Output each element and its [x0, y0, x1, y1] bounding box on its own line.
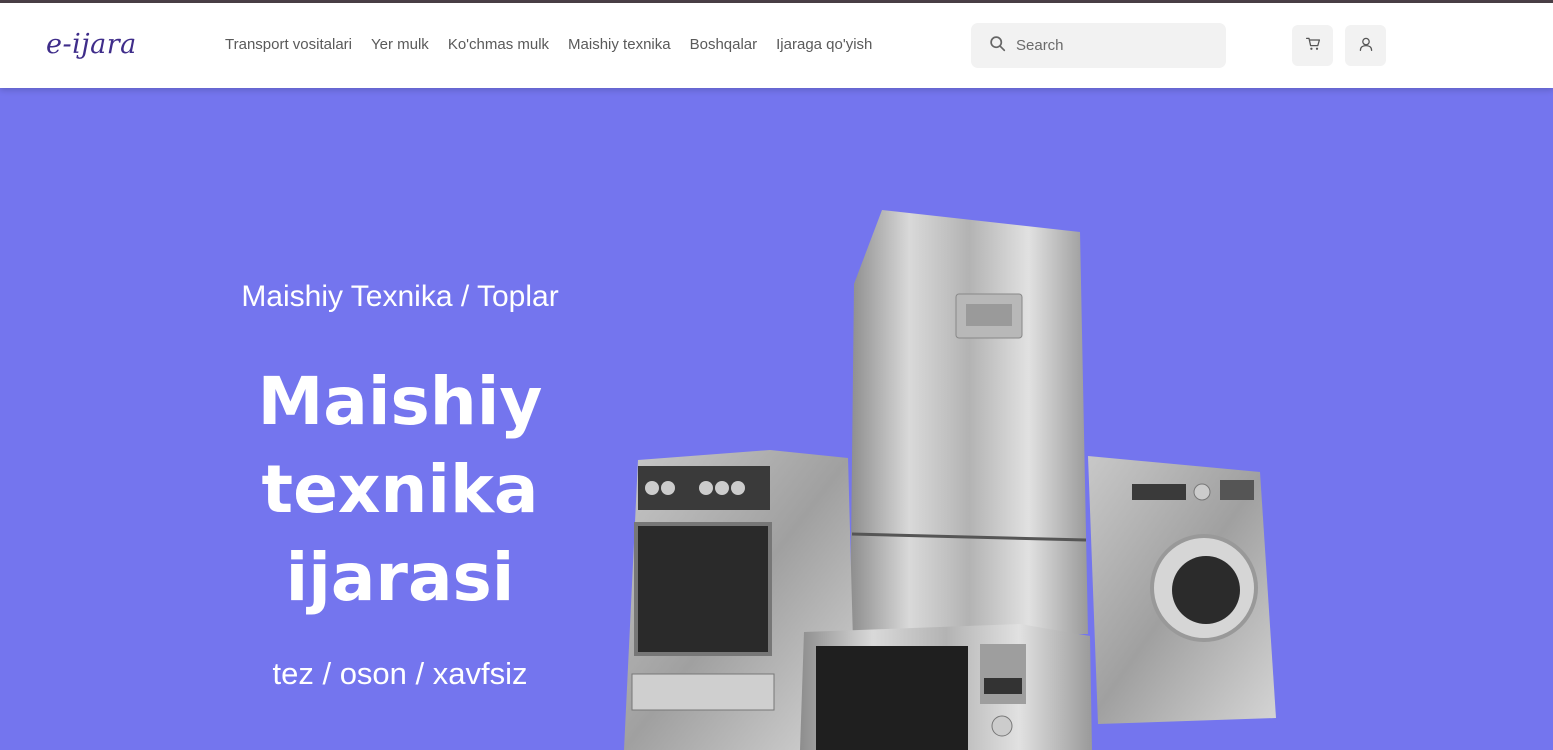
- appliances-image: [624, 210, 1276, 750]
- hero-breadcrumb: Maishiy Texnika / Toplar: [241, 280, 559, 313]
- microwave-shape: [800, 624, 1092, 750]
- search-box: [971, 23, 1226, 68]
- headline-line: texnika: [261, 451, 539, 528]
- hero-tagline: tez / oson / xavfsiz: [272, 656, 528, 691]
- site-logo[interactable]: e-ijara: [46, 29, 137, 60]
- nav-item-yer-mulk[interactable]: Yer mulk: [371, 36, 429, 53]
- nav-item-ijaraga-qoyish[interactable]: Ijaraga qo'yish: [776, 36, 872, 53]
- headline-line: Maishiy: [257, 363, 543, 440]
- user-icon: [1358, 36, 1374, 56]
- hero-banner: Maishiy Texnika / Toplar Maishiy texnika…: [0, 88, 1553, 750]
- nav-item-kochmas-mulk[interactable]: Ko'chmas mulk: [448, 36, 549, 53]
- cart-button[interactable]: [1292, 25, 1333, 66]
- hero-headline: Maishiy texnika ijarasi: [160, 358, 640, 622]
- washing-machine-shape: [1088, 456, 1276, 724]
- nav-item-transport[interactable]: Transport vositalari: [225, 36, 352, 53]
- cart-icon: [1305, 36, 1321, 56]
- fridge-shape: [850, 210, 1088, 634]
- headline-line: ijarasi: [285, 539, 515, 616]
- main-nav: Transport vositalari Yer mulk Ko'chmas m…: [225, 36, 891, 53]
- nav-item-boshqalar[interactable]: Boshqalar: [690, 36, 758, 53]
- site-header: e-ijara Transport vositalari Yer mulk Ko…: [0, 3, 1553, 88]
- nav-item-maishiy-texnika[interactable]: Maishiy texnika: [568, 36, 671, 53]
- search-input[interactable]: [1016, 37, 1206, 54]
- user-button[interactable]: [1345, 25, 1386, 66]
- search-icon: [989, 35, 1006, 56]
